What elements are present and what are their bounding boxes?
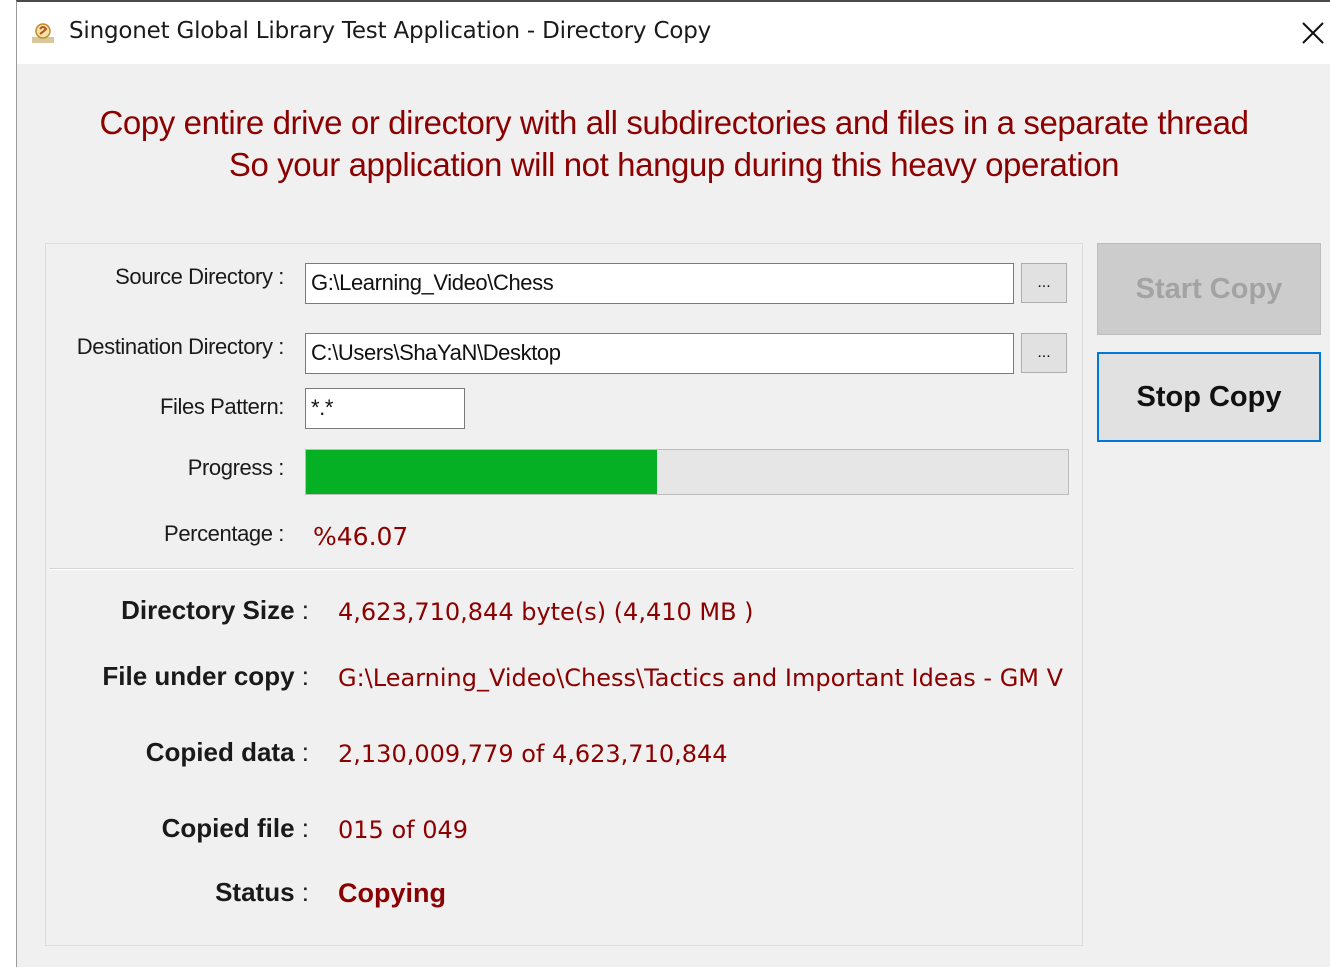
progress-bar-fill <box>306 450 658 494</box>
title-bar[interactable]: Singonet Global Library Test Application… <box>17 2 1330 64</box>
destination-directory-input[interactable]: C:\Users\ShaYaN\Desktop <box>305 333 1014 374</box>
headline-line-2: So your application will not hangup duri… <box>228 146 1120 183</box>
headline-line-1: Copy entire drive or directory with all … <box>99 104 1249 141</box>
progress-bar <box>305 449 1069 495</box>
source-directory-input[interactable]: G:\Learning_Video\Chess <box>305 263 1014 304</box>
stop-copy-button[interactable]: Stop Copy <box>1097 352 1321 442</box>
section-divider <box>49 568 1073 570</box>
files-pattern-label: Files Pattern: <box>159 394 284 419</box>
file-under-copy-value: G:\Learning_Video\Chess\Tactics and Impo… <box>338 664 1064 692</box>
status-label: Status : <box>215 877 309 907</box>
files-pattern-input[interactable]: *.* <box>305 388 465 429</box>
percentage-value: %46.07 <box>313 522 409 551</box>
headline: Copy entire drive or directory with all … <box>17 102 1330 186</box>
source-browse-button[interactable]: ... <box>1021 263 1067 303</box>
close-button[interactable] <box>1296 14 1330 52</box>
source-directory-label: Source Directory : <box>115 264 284 289</box>
copied-file-value: 015 of 049 <box>338 816 469 844</box>
window-title: Singonet Global Library Test Application… <box>69 18 712 44</box>
destination-directory-label: Destination Directory : <box>76 334 285 359</box>
directory-size-label: Directory Size : <box>121 595 309 625</box>
percentage-label: Percentage : <box>164 521 284 546</box>
close-icon <box>1302 22 1324 44</box>
progress-label: Progress : <box>187 455 285 480</box>
directory-copy-window: Singonet Global Library Test Application… <box>16 0 1330 967</box>
copied-file-label: Copied file : <box>161 813 309 843</box>
destination-browse-button[interactable]: ... <box>1021 333 1067 373</box>
file-under-copy-label: File under copy : <box>102 661 309 691</box>
directory-size-value: 4,623,710,844 byte(s) (4,410 MB ) <box>338 598 754 626</box>
copied-data-value: 2,130,009,779 of 4,623,710,844 <box>338 740 728 768</box>
status-value: Copying <box>338 878 446 908</box>
app-icon <box>31 22 55 44</box>
start-copy-button[interactable]: Start Copy <box>1097 243 1321 335</box>
desktop-background: Singonet Global Library Test Application… <box>0 0 1330 967</box>
copied-data-label: Copied data : <box>145 737 309 767</box>
